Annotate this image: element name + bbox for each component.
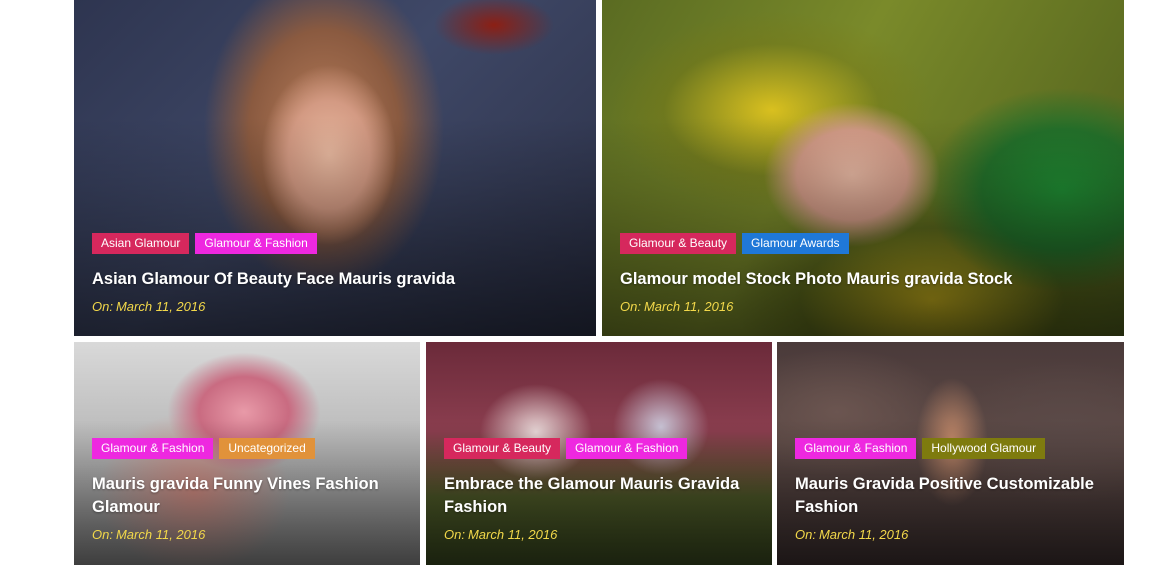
date-value: March 11, 2016 <box>643 299 734 314</box>
tag-asian-glamour[interactable]: Asian Glamour <box>92 233 190 254</box>
post-title[interactable]: Mauris gravida Funny Vines Fashion Glamo… <box>92 473 402 519</box>
post-content: Glamour & Beauty Glamour Awards Glamour … <box>620 233 1106 316</box>
tag-glamour-beauty[interactable]: Glamour & Beauty <box>444 438 561 459</box>
post-tags: Glamour & Beauty Glamour & Fashion <box>444 438 754 459</box>
post-content: Glamour & Fashion Uncategorized Mauris g… <box>92 438 402 544</box>
tag-glamour-fashion[interactable]: Glamour & Fashion <box>795 438 917 459</box>
date-prefix: On: <box>620 299 641 314</box>
post-tags: Asian Glamour Glamour & Fashion <box>92 233 578 254</box>
date-value: March 11, 2016 <box>115 527 206 542</box>
post-title[interactable]: Mauris Gravida Positive Customizable Fas… <box>795 473 1106 519</box>
tag-glamour-fashion[interactable]: Glamour & Fashion <box>195 233 317 254</box>
post-title[interactable]: Glamour model Stock Photo Mauris gravida… <box>620 268 1106 291</box>
post-tags: Glamour & Fashion Hollywood Glamour <box>795 438 1106 459</box>
post-content: Glamour & Beauty Glamour & Fashion Embra… <box>444 438 754 544</box>
post-card-funny-vines[interactable]: Glamour & Fashion Uncategorized Mauris g… <box>74 342 420 565</box>
tag-uncategorized[interactable]: Uncategorized <box>219 438 315 459</box>
tag-glamour-fashion[interactable]: Glamour & Fashion <box>566 438 688 459</box>
tag-glamour-fashion[interactable]: Glamour & Fashion <box>92 438 214 459</box>
post-date: On: March 11, 2016 <box>92 298 578 316</box>
post-card-glamour-model[interactable]: Glamour & Beauty Glamour Awards Glamour … <box>602 0 1124 336</box>
tag-glamour-awards[interactable]: Glamour Awards <box>742 233 849 254</box>
date-prefix: On: <box>444 527 465 542</box>
date-prefix: On: <box>92 527 113 542</box>
tag-glamour-beauty[interactable]: Glamour & Beauty <box>620 233 737 254</box>
post-content: Asian Glamour Glamour & Fashion Asian Gl… <box>92 233 578 316</box>
post-tags: Glamour & Fashion Uncategorized <box>92 438 402 459</box>
tag-hollywood-glamour[interactable]: Hollywood Glamour <box>922 438 1046 459</box>
date-value: March 11, 2016 <box>115 299 206 314</box>
date-value: March 11, 2016 <box>467 527 558 542</box>
post-title[interactable]: Asian Glamour Of Beauty Face Mauris grav… <box>92 268 578 291</box>
post-tags: Glamour & Beauty Glamour Awards <box>620 233 1106 254</box>
post-card-embrace-glamour[interactable]: Glamour & Beauty Glamour & Fashion Embra… <box>426 342 772 565</box>
date-prefix: On: <box>92 299 113 314</box>
post-date: On: March 11, 2016 <box>444 526 754 544</box>
post-date: On: March 11, 2016 <box>92 526 402 544</box>
post-title[interactable]: Embrace the Glamour Mauris Gravida Fashi… <box>444 473 754 519</box>
post-date: On: March 11, 2016 <box>620 298 1106 316</box>
post-content: Glamour & Fashion Hollywood Glamour Maur… <box>795 438 1106 544</box>
date-value: March 11, 2016 <box>818 527 909 542</box>
post-card-asian-glamour[interactable]: Asian Glamour Glamour & Fashion Asian Gl… <box>74 0 596 336</box>
post-card-positive-customizable[interactable]: Glamour & Fashion Hollywood Glamour Maur… <box>777 342 1124 565</box>
date-prefix: On: <box>795 527 816 542</box>
post-date: On: March 11, 2016 <box>795 526 1106 544</box>
